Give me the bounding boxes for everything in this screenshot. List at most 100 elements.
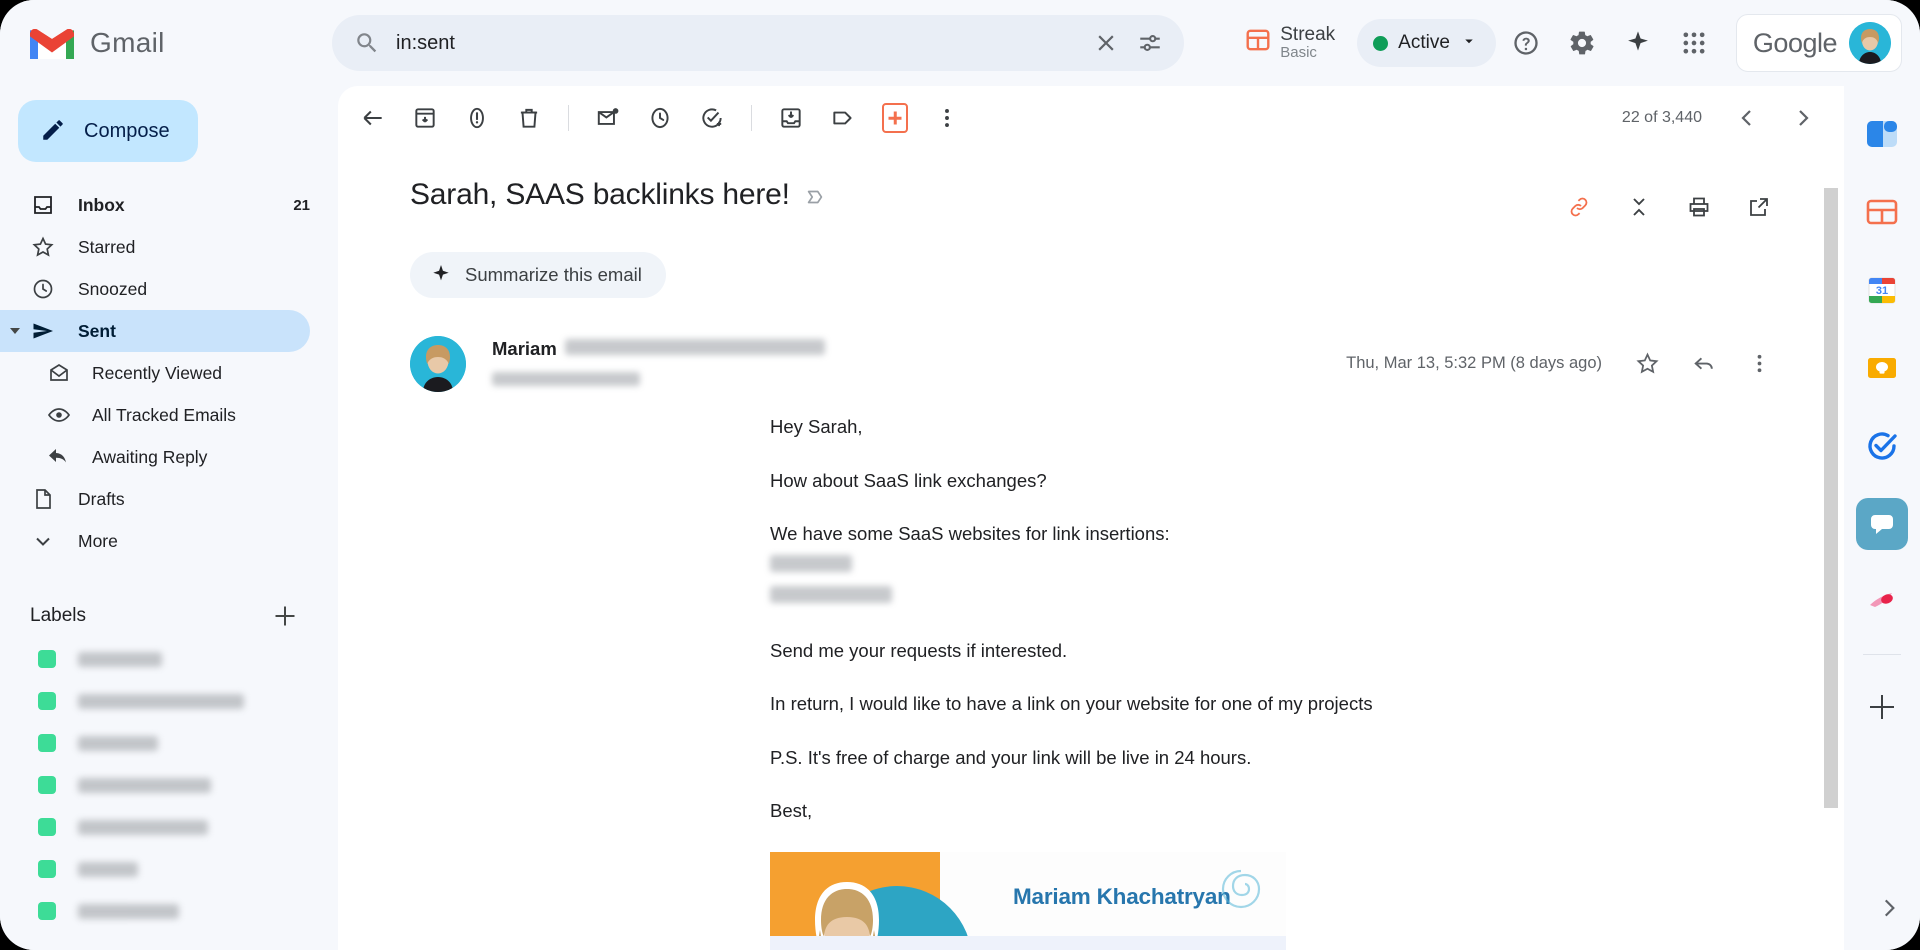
status-pill[interactable]: Active: [1357, 19, 1496, 67]
sidebar-label: Starred: [78, 236, 136, 257]
pencil-icon: [40, 117, 66, 146]
chevron-down-icon: [30, 528, 56, 554]
streak-add-box-button[interactable]: [870, 93, 920, 143]
label-name-redacted: [78, 861, 138, 877]
previous-page-button[interactable]: [1722, 93, 1772, 143]
settings-button[interactable]: [1556, 17, 1608, 69]
comet-icon[interactable]: [1856, 576, 1908, 628]
help-button[interactable]: [1500, 17, 1552, 69]
label-name-redacted: [78, 651, 162, 667]
next-page-button[interactable]: [1778, 93, 1828, 143]
streak-chat-icon[interactable]: [1856, 498, 1908, 550]
summarize-email-button[interactable]: Summarize this email: [410, 252, 666, 298]
report-spam-button[interactable]: [452, 93, 502, 143]
archive-button[interactable]: [400, 93, 450, 143]
add-to-tasks-button[interactable]: [687, 93, 737, 143]
signature-footer-bar: [770, 936, 1286, 950]
label-color-dot-icon: [38, 650, 56, 668]
gemini-button[interactable]: [1612, 17, 1664, 69]
body-paragraph: In return, I would like to have a link o…: [770, 693, 1373, 715]
message-more-button[interactable]: [1734, 338, 1784, 388]
add-panel-button[interactable]: [1856, 681, 1908, 733]
open-in-new-window-button[interactable]: [1734, 182, 1784, 232]
right-side-panel: 31: [1844, 86, 1920, 950]
sidebar-item-drafts[interactable]: Drafts: [0, 478, 310, 520]
account-chip[interactable]: Google: [1735, 14, 1902, 72]
page-count: 22 of 3,440: [1621, 109, 1702, 126]
body-line-redacted: [770, 553, 1784, 579]
star-message-button[interactable]: [1622, 338, 1672, 388]
google-wordmark: Google: [1752, 27, 1838, 58]
label-item[interactable]: [0, 848, 332, 890]
body-paragraph: How about SaaS link exchanges?: [770, 469, 1047, 491]
back-button[interactable]: [348, 93, 398, 143]
gmail-logo-icon: [26, 23, 78, 63]
google-keep-icon[interactable]: [1856, 342, 1908, 394]
label-item[interactable]: [0, 638, 332, 680]
google-calendar-icon[interactable]: 31: [1856, 264, 1908, 316]
page-title: Sarah, SAAS backlinks here!: [410, 178, 790, 211]
move-to-inbox-button[interactable]: [766, 93, 816, 143]
snooze-button[interactable]: [635, 93, 685, 143]
sidebar-label: All Tracked Emails: [92, 404, 236, 425]
streak-plan-chip[interactable]: Streak Basic: [1235, 21, 1345, 66]
label-color-dot-icon: [38, 818, 56, 836]
label-item[interactable]: [0, 764, 332, 806]
document-icon: [30, 486, 56, 512]
sidebar-item-recently-viewed[interactable]: Recently Viewed: [0, 352, 310, 394]
reply-button[interactable]: [1678, 338, 1728, 388]
message-date: Thu, Mar 13, 5:32 PM (8 days ago): [1346, 353, 1602, 372]
sidebar-item-awaiting-reply[interactable]: Awaiting Reply: [0, 436, 310, 478]
gmail-wordmark: Gmail: [90, 27, 165, 58]
label-item[interactable]: [0, 722, 332, 764]
add-label-button[interactable]: [268, 599, 302, 633]
sidebar-label: Sent: [78, 320, 116, 341]
delete-button[interactable]: [504, 93, 554, 143]
sidebar-label: Drafts: [78, 488, 125, 509]
google-tasks-icon[interactable]: [1856, 420, 1908, 472]
message-header: Mariam Thu, Mar 13, 5:32 PM (8 days ago): [338, 298, 1844, 392]
clock-icon: [30, 276, 56, 302]
more-options-button[interactable]: [922, 93, 972, 143]
label-item[interactable]: [0, 680, 332, 722]
google-apps-button[interactable]: [1668, 17, 1720, 69]
gmail-brand[interactable]: Gmail: [0, 23, 332, 63]
sidebar-label: Snoozed: [78, 278, 148, 299]
email-header-actions: [1554, 178, 1784, 232]
clear-search-button[interactable]: [1084, 21, 1128, 65]
sidebar-item-starred[interactable]: Starred: [0, 226, 310, 268]
collapse-all-button[interactable]: [1614, 182, 1664, 232]
labels-button[interactable]: [818, 93, 868, 143]
streak-link-button[interactable]: [1554, 182, 1604, 232]
message-body: Hey Sarah, How about SaaS link exchanges?…: [338, 392, 1844, 824]
sidebar-item-snoozed[interactable]: Snoozed: [0, 268, 310, 310]
streak-boxes-icon[interactable]: [1856, 186, 1908, 238]
scrollbar-thumb[interactable]: [1824, 188, 1838, 808]
sidebar-item-all-tracked-emails[interactable]: All Tracked Emails: [0, 394, 310, 436]
label-name-redacted: [78, 735, 158, 751]
search-input[interactable]: [380, 31, 1084, 55]
labels-list: [0, 638, 332, 932]
search-options-button[interactable]: [1128, 21, 1172, 65]
label-item[interactable]: [0, 806, 332, 848]
expand-caret-icon[interactable]: [10, 328, 20, 334]
label-item[interactable]: [0, 890, 332, 932]
print-button[interactable]: [1674, 182, 1724, 232]
email-scroll-area: Sarah, SAAS backlinks here! Summarize th…: [338, 150, 1844, 950]
top-bar: Gmail in:sent Streak Basic Active Google: [0, 0, 1920, 86]
expand-panel-button[interactable]: [1874, 894, 1904, 924]
compose-button[interactable]: Compose: [18, 100, 198, 162]
sidebar-item-inbox[interactable]: Inbox 21: [0, 184, 310, 226]
compose-label: Compose: [84, 119, 170, 142]
streak-pipeline-icon[interactable]: [1856, 108, 1908, 160]
mark-unread-button[interactable]: [583, 93, 633, 143]
search-bar[interactable]: [332, 15, 1184, 71]
label-name-redacted: [78, 903, 179, 919]
sidebar-item-sent[interactable]: Sent: [0, 310, 310, 352]
sidebar-label: Recently Viewed: [92, 362, 223, 383]
body-paragraph: Best,: [770, 800, 813, 822]
sidebar-item-more[interactable]: More: [0, 520, 310, 562]
label-color-dot-icon: [38, 692, 56, 710]
scrollbar[interactable]: [1824, 188, 1838, 950]
label-name-redacted: [78, 693, 244, 709]
